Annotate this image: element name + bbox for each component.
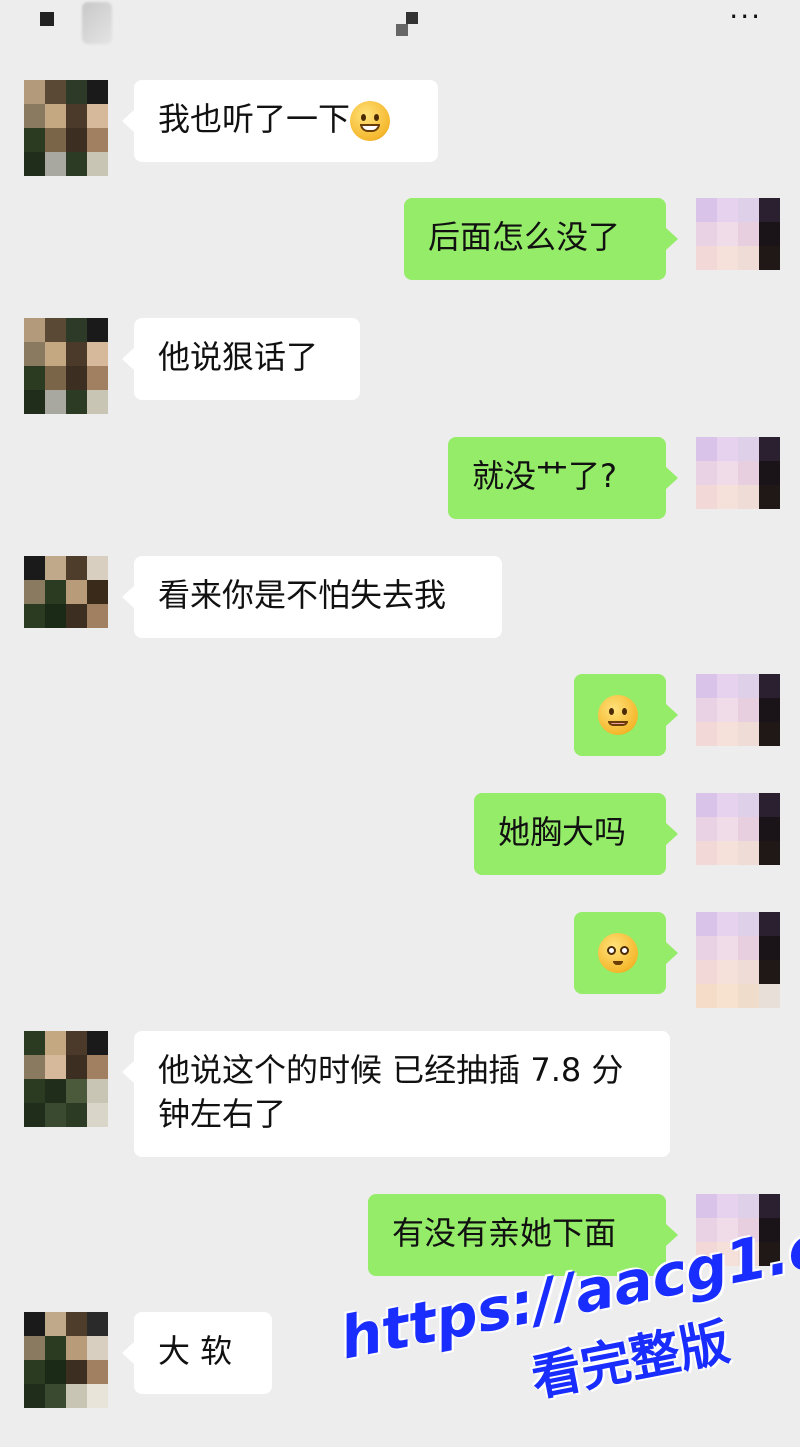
more-options-icon[interactable]: ··· [729, 3, 762, 31]
chat-header: ··· [0, 0, 800, 56]
incoming-message[interactable]: 他说这个的时候 已经抽插 7.8 分 钟左右了 [122, 1031, 670, 1157]
message-text: 我也听了一下 [158, 100, 351, 138]
outgoing-message[interactable]: 就没艹了? [448, 437, 678, 519]
avatar[interactable] [696, 1194, 780, 1290]
contact-name-pixelated [396, 8, 426, 38]
outgoing-message[interactable] [574, 674, 678, 756]
pleading-face-icon [598, 695, 638, 735]
avatar[interactable] [24, 80, 108, 176]
incoming-message[interactable]: 他说狠话了 [122, 318, 360, 400]
incoming-message[interactable]: 我也听了一下 [122, 80, 438, 162]
avatar[interactable] [696, 912, 780, 1008]
outgoing-message[interactable]: 有没有亲她下面 [368, 1194, 678, 1276]
back-icon[interactable] [40, 12, 54, 26]
avatar[interactable] [696, 793, 780, 889]
avatar[interactable] [696, 437, 780, 533]
avatar[interactable] [24, 556, 108, 652]
avatar[interactable] [24, 1031, 108, 1127]
watermark-subtitle: 看完整版 [526, 1312, 735, 1408]
avatar[interactable] [696, 674, 780, 770]
flushed-face-icon [598, 933, 638, 973]
avatar[interactable] [696, 198, 780, 294]
incoming-message[interactable]: 看来你是不怕失去我 [122, 556, 502, 638]
blurred-contact-icon [82, 2, 112, 44]
outgoing-message[interactable] [574, 912, 678, 994]
outgoing-message[interactable]: 后面怎么没了 [404, 198, 678, 280]
avatar[interactable] [24, 1312, 108, 1408]
outgoing-message[interactable]: 她胸大吗 [474, 793, 678, 875]
avatar[interactable] [24, 318, 108, 414]
incoming-message[interactable]: 大 软 [122, 1312, 272, 1394]
grin-face-icon [350, 101, 391, 141]
